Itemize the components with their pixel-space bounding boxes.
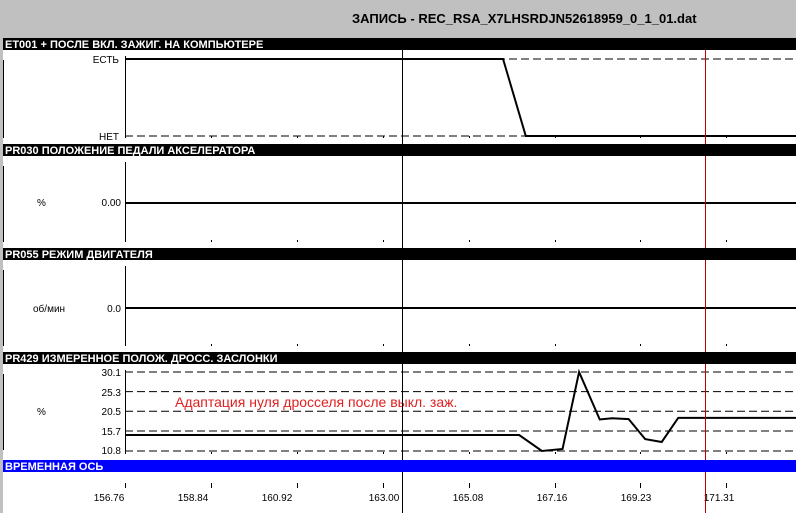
panel-title-et001: ET001 + ПОСЛЕ ВКЛ. ЗАЖИГ. НА КОМПЬЮТЕРЕ	[5, 39, 263, 51]
time-tick-label: 158.84	[178, 493, 209, 504]
tick-label-pr429: 20.5	[102, 407, 122, 418]
panel-title-pr055: PR055 РЕЖИМ ДВИГАТЕЛЯ	[5, 249, 153, 261]
panel-header-et001: ET001 + ПОСЛЕ ВКЛ. ЗАЖИГ. НА КОМПЬЮТЕРЕ	[3, 38, 796, 51]
panel-title-pr030: PR030 ПОЛОЖЕНИЕ ПЕДАЛИ АКСЕЛЕРАТОРА	[5, 145, 255, 157]
time-tick-label: 165.08	[453, 493, 484, 504]
time-axis-title: ВРЕМЕННАЯ ОСЬ	[5, 461, 103, 473]
time-tick-label: 167.16	[537, 493, 568, 504]
unit-label-pr429: %	[37, 407, 46, 418]
panel-header-pr030: PR030 ПОЛОЖЕНИЕ ПЕДАЛИ АКСЕЛЕРАТОРА	[3, 144, 796, 157]
time-tick-label: 169.23	[621, 493, 652, 504]
tick-label-pr429: 10.8	[102, 446, 122, 457]
unit-label-pr030: %	[37, 198, 46, 209]
tick-label-et001: ЕСТЬ	[93, 55, 120, 66]
tick-label-et001: НЕТ	[99, 132, 119, 143]
window-titlebar: ЗАПИСЬ - REC_RSA_X7LHSRDJN52618959_0_1_0…	[0, 0, 796, 38]
tick-label-pr429: 15.7	[102, 427, 122, 438]
tick-label-pr429: 25.3	[102, 388, 122, 399]
tick-label-pr030: 0.00	[102, 198, 122, 209]
tick-label-pr429: 30.1	[102, 368, 122, 379]
panel-title-pr429: PR429 ИЗМЕРЕННОЕ ПОЛОЖ. ДРОСС. ЗАСЛОНКИ	[5, 353, 278, 365]
panel-header-pr055: PR055 РЕЖИМ ДВИГАТЕЛЯ	[3, 248, 796, 261]
chart-annotation: Адаптация нуля дросселя после выкл. заж.	[175, 394, 457, 410]
time-tick-label: 156.76	[94, 493, 125, 504]
time-tick-label: 160.92	[262, 493, 293, 504]
panel-header-pr429: PR429 ИЗМЕРЕННОЕ ПОЛОЖ. ДРОСС. ЗАСЛОНКИ	[3, 352, 796, 365]
series-line-et001	[125, 58, 796, 137]
recording-chart[interactable]: ET001 + ПОСЛЕ ВКЛ. ЗАЖИГ. НА КОМПЬЮТЕРЕ …	[3, 38, 796, 513]
time-tick-label: 163.00	[369, 493, 400, 504]
tick-label-pr055: 0.0	[107, 304, 121, 315]
time-tick-label: 171.31	[704, 493, 735, 504]
time-axis-header: ВРЕМЕННАЯ ОСЬ	[3, 460, 796, 473]
unit-label-pr055: об/мин	[33, 303, 65, 315]
chart-panel[interactable]: ET001 + ПОСЛЕ ВКЛ. ЗАЖИГ. НА КОМПЬЮТЕРЕ …	[3, 38, 796, 513]
chart-marks	[125, 50, 796, 513]
window-title: ЗАПИСЬ - REC_RSA_X7LHSRDJN52618959_0_1_0…	[352, 11, 697, 26]
